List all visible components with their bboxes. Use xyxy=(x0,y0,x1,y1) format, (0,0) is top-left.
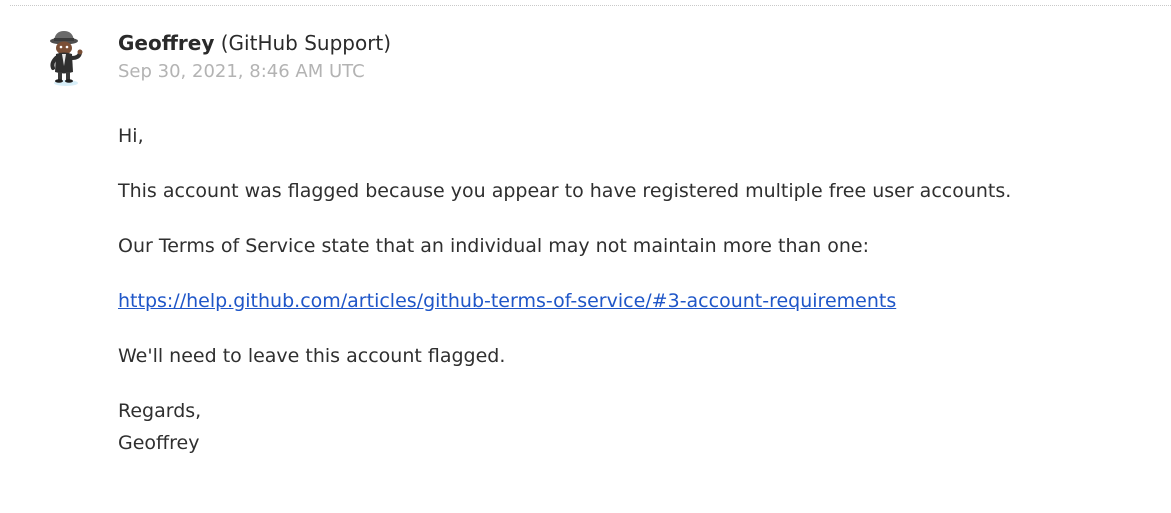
body-paragraph-terms: Our Terms of Service state that an indiv… xyxy=(118,235,869,257)
message-body: Hi, This account was flagged because you… xyxy=(118,120,1148,482)
detective-octocat-avatar-icon xyxy=(50,31,83,86)
signature: Geoffrey xyxy=(118,432,200,454)
author-org: (GitHub Support) xyxy=(214,31,392,55)
terms-link-paragraph: https://help.github.com/articles/github-… xyxy=(118,285,1148,317)
message-header: Geoffrey (GitHub Support) Sep 30, 2021, … xyxy=(118,30,391,83)
greeting: Hi, xyxy=(118,125,144,147)
signoff: Regards, Geoffrey xyxy=(118,395,1148,459)
message-timestamp: Sep 30, 2021, 8:46 AM UTC xyxy=(118,61,365,82)
terms-of-service-link[interactable]: https://help.github.com/articles/github-… xyxy=(118,290,896,312)
support-message: Geoffrey (GitHub Support) Sep 30, 2021, … xyxy=(0,0,1171,513)
body-paragraph-flagged: This account was flagged because you app… xyxy=(118,180,1012,202)
author-name[interactable]: Geoffrey xyxy=(118,31,214,55)
avatar[interactable] xyxy=(44,28,90,88)
author-line: Geoffrey (GitHub Support) xyxy=(118,30,391,56)
body-paragraph-decision: We'll need to leave this account flagged… xyxy=(118,345,506,367)
closing: Regards, xyxy=(118,400,202,422)
